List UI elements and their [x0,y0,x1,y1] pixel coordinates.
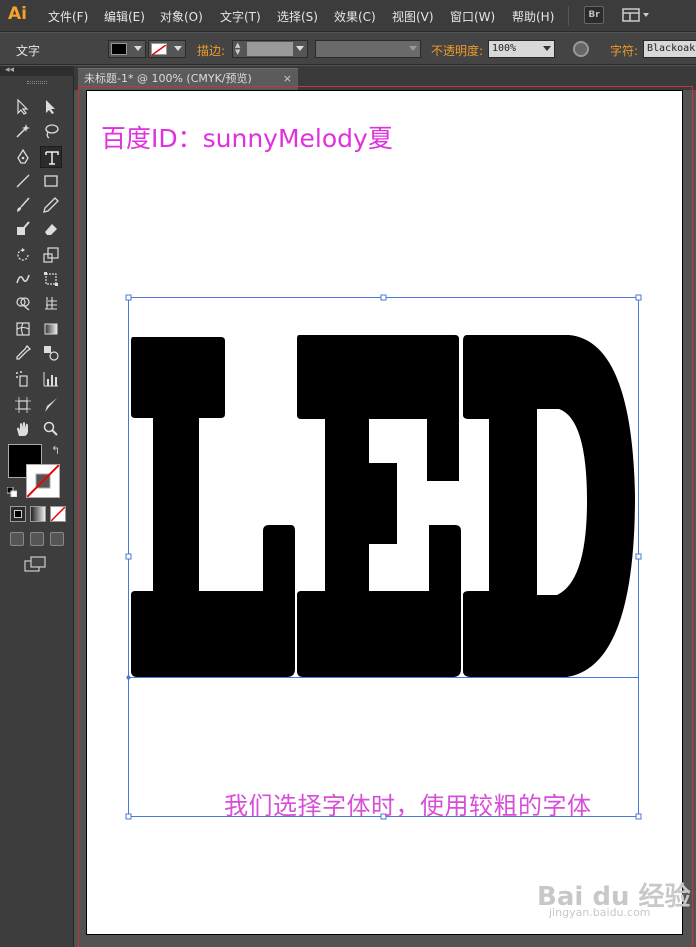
blob-brush-tool-icon[interactable] [12,218,34,240]
pencil-tool-icon[interactable] [40,194,62,216]
opacity-value: 100% [492,43,517,54]
column-graph-tool-icon[interactable] [40,368,62,390]
bbox-handle-middle-left [125,553,132,560]
workspace-switcher-icon[interactable] [622,6,652,24]
current-tool-label: 文字 [16,44,41,58]
tools-panel-header: ◂◂ [0,65,74,76]
baidu-watermark-url: jingyan.baidu.com [549,906,651,919]
font-family-value: Blackoak [647,43,696,54]
menu-help[interactable]: 帮助(H) [512,8,554,25]
bbox-handle-bottom-left [125,813,132,820]
magic-wand-tool-icon[interactable] [12,120,34,142]
bbox-handle-top-center [380,294,387,301]
tools-panel: ◂◂ ↰ [0,65,74,947]
fill-color-dropdown[interactable] [108,40,146,58]
color-mode-button[interactable] [10,506,26,522]
app-logo: Ai [8,4,27,24]
swap-fill-stroke-icon[interactable]: ↰ [51,444,60,457]
gradient-tool-icon[interactable] [40,318,62,340]
menu-edit[interactable]: 编辑(E) [104,8,145,25]
control-bar: 文字 描边: ▲ ▼ 不透明度: 100% 字符: Blackoak [0,33,696,65]
chevron-down-icon [134,46,142,51]
bbox-handle-bottom-right [635,813,642,820]
drawing-modes [8,531,68,547]
slice-tool-icon[interactable] [40,394,62,416]
perspective-grid-tool-icon[interactable] [40,292,62,314]
recolor-artwork-icon[interactable] [573,41,589,57]
menu-file[interactable]: 文件(F) [48,8,88,25]
shape-builder-tool-icon[interactable] [12,292,34,314]
canvas-area[interactable]: 百度ID：sunnyMelody夏 我们选择字体时，使用较粗的字体 Bai du… [74,86,696,947]
pen-tool-icon[interactable] [12,146,34,168]
chevron-down-icon [296,46,304,51]
symbol-sprayer-tool-icon[interactable] [12,368,34,390]
type-tool-icon[interactable] [40,146,62,168]
zoom-tool-icon[interactable] [40,418,62,440]
menu-divider [568,6,569,26]
panel-grip[interactable] [27,81,47,84]
document-tab-title: 未标题-1* @ 100% (CMYK/预览) [84,72,252,85]
fill-swatch [111,43,127,55]
chevron-down-icon [174,46,182,51]
stroke-weight-input[interactable] [247,42,293,56]
rotate-tool-icon[interactable] [12,244,34,266]
none-mode-button[interactable] [50,506,66,522]
menu-window[interactable]: 窗口(W) [450,8,495,25]
menu-view[interactable]: 视图(V) [392,8,434,25]
menu-object[interactable]: 对象(O) [160,8,203,25]
gradient-mode-button[interactable] [30,506,46,522]
direct-selection-tool-icon[interactable] [40,96,62,118]
stroke-weight-field[interactable]: ▲ ▼ [232,40,308,58]
screen-mode-icon[interactable] [24,556,48,572]
chevron-down-icon [409,46,417,51]
draw-inside-icon[interactable] [50,532,64,546]
lasso-tool-icon[interactable] [40,120,62,142]
opacity-field[interactable]: 100% [488,40,555,58]
character-label[interactable]: 字符: [610,42,638,59]
stroke-label[interactable]: 描边: [197,42,225,59]
menu-select[interactable]: 选择(S) [277,8,318,25]
default-colors-icon[interactable] [6,486,18,498]
warp-tool-icon[interactable] [12,268,34,290]
eyedropper-tool-icon[interactable] [12,342,34,364]
letter-l [131,337,295,677]
letter-e [297,335,461,677]
rectangle-tool-icon[interactable] [40,170,62,192]
letter-d [463,335,635,677]
stepper-icon[interactable]: ▲ ▼ [235,42,240,56]
bbox-handle-top-left [125,294,132,301]
menu-bar: Ai 文件(F) 编辑(E) 对象(O) 文字(T) 选择(S) 效果(C) 视… [0,0,696,32]
chevron-down-icon [543,46,551,51]
instruction-caption: 我们选择字体时，使用较粗的字体 [224,792,592,820]
draw-normal-icon[interactable] [10,532,24,546]
opacity-label[interactable]: 不透明度: [431,42,483,59]
variable-width-dropdown[interactable] [315,40,421,58]
bbox-handle-top-right [635,294,642,301]
draw-behind-icon[interactable] [30,532,44,546]
stroke-none-swatch [151,43,167,56]
blend-tool-icon[interactable] [40,342,62,364]
stroke-color-dropdown[interactable] [148,40,186,58]
menu-type[interactable]: 文字(T) [220,8,261,25]
free-transform-tool-icon[interactable] [40,268,62,290]
line-segment-tool-icon[interactable] [12,170,34,192]
artboard-tool-icon[interactable] [12,394,34,416]
bridge-button[interactable]: Br [584,6,604,24]
baseline-anchor [126,675,131,680]
paintbrush-tool-icon[interactable] [12,194,34,216]
artboard[interactable]: 百度ID：sunnyMelody夏 我们选择字体时，使用较粗的字体 Bai du… [86,90,691,935]
mesh-tool-icon[interactable] [12,318,34,340]
stroke-color-swatch[interactable] [26,464,60,498]
eraser-tool-icon[interactable] [40,218,62,240]
collapse-panel-icon[interactable]: ◂◂ [5,65,14,75]
selection-tool-icon[interactable] [12,96,34,118]
scale-tool-icon[interactable] [40,244,62,266]
bbox-handle-middle-right [635,553,642,560]
hand-tool-icon[interactable] [12,418,34,440]
font-family-field[interactable]: Blackoak [643,40,696,58]
menu-effect[interactable]: 效果(C) [334,8,376,25]
